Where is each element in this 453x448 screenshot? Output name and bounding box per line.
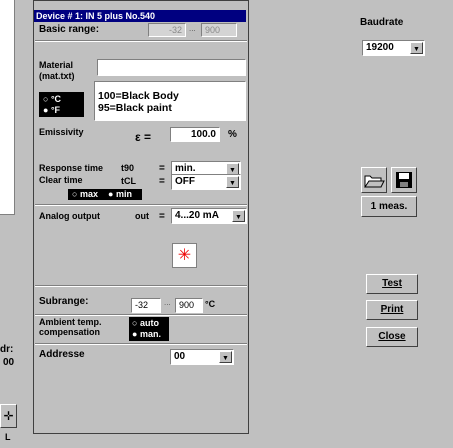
close-button-label: Close <box>378 331 406 342</box>
test-button-label: Test <box>382 278 402 289</box>
fahrenheit-option[interactable]: ● °F <box>43 105 60 115</box>
material-input[interactable] <box>97 59 246 76</box>
clear-time-eq: = <box>159 176 165 187</box>
analog-output-eq: = <box>159 211 165 222</box>
radio-empty-icon: ○ <box>132 318 138 328</box>
laser-target-icon: ✳ <box>177 247 192 264</box>
response-time-label: Response time <box>39 163 104 173</box>
test-button[interactable]: Test <box>366 274 418 294</box>
save-button[interactable] <box>391 167 417 193</box>
small-label: L <box>5 432 11 442</box>
floppy-disk-icon <box>396 172 412 188</box>
divider <box>35 314 247 316</box>
chevron-down-icon[interactable]: ▼ <box>219 351 232 363</box>
radio-empty-icon: ○ <box>43 94 49 104</box>
laser-target-box[interactable]: ✳ <box>172 243 197 268</box>
radio-empty-icon: ○ <box>72 189 78 199</box>
folder-open-icon <box>364 175 385 188</box>
subrange-to[interactable]: 900 <box>175 298 203 313</box>
analog-output-select[interactable]: 4...20 mA ▼ <box>171 208 247 224</box>
divider <box>35 285 247 287</box>
crosshair-button[interactable]: ✛ <box>0 404 17 428</box>
chevron-down-icon[interactable]: ▼ <box>410 42 423 54</box>
list-item[interactable]: 100=Black Body <box>98 90 242 102</box>
radio-filled-icon: ● <box>43 105 49 115</box>
print-button[interactable]: Print <box>366 300 418 320</box>
subrange-label: Subrange: <box>39 296 89 307</box>
celsius-option[interactable]: ○ °C <box>43 94 61 104</box>
radio-filled-icon: ● <box>108 189 114 199</box>
basic-range-from: -32 <box>148 23 186 37</box>
addr-label: dr: <box>0 344 14 355</box>
addr-value: 00 <box>3 357 15 368</box>
divider <box>35 40 247 42</box>
crosshair-icon: ✛ <box>3 409 14 423</box>
divider <box>35 204 247 206</box>
material-list[interactable]: 100=Black Body 95=Black paint <box>94 81 246 121</box>
analog-output-label: Analog output <box>39 211 100 221</box>
min-option[interactable]: ● min <box>108 189 132 200</box>
close-button[interactable]: Close <box>366 327 418 347</box>
basic-range-to: 900 <box>201 23 237 37</box>
emissivity-symbol: ε = <box>135 130 152 144</box>
man-option[interactable]: ● man. <box>132 329 161 339</box>
material-sublabel: (mat.txt) <box>39 71 75 81</box>
list-item[interactable]: 95=Black paint <box>98 102 242 114</box>
subrange-unit: °C <box>205 299 216 309</box>
chevron-down-icon[interactable]: ▼ <box>226 176 239 188</box>
subrange-from[interactable]: -32 <box>131 298 161 313</box>
basic-range-label: Basic range: <box>39 24 100 35</box>
ambient-sublabel: compensation <box>39 327 101 337</box>
one-measurement-button[interactable]: 1 meas. <box>361 196 417 217</box>
clear-time-select[interactable]: OFF ▼ <box>171 174 241 190</box>
ambient-compensation-selector[interactable]: ○ auto ● man. <box>129 317 169 341</box>
temp-unit-selector[interactable]: ○ °C ● °F <box>39 92 84 117</box>
basic-range-sep: ... <box>189 24 196 33</box>
baudrate-label: Baudrate <box>360 17 404 28</box>
clear-time-label: Clear time <box>39 175 83 185</box>
analog-output-code: out <box>135 211 149 221</box>
max-min-selector[interactable]: ○ max ● min <box>68 189 142 200</box>
print-button-label: Print <box>380 304 404 315</box>
emissivity-unit: % <box>228 129 237 140</box>
radio-filled-icon: ● <box>132 329 138 339</box>
divider <box>35 343 247 345</box>
max-option[interactable]: ○ max <box>72 189 98 200</box>
chevron-down-icon[interactable]: ▼ <box>232 210 245 222</box>
response-time-code: t90 <box>121 163 135 173</box>
address-select[interactable]: 00 ▼ <box>170 349 234 365</box>
dialog-title: Device # 1: IN 5 plus No.540 <box>34 10 246 22</box>
baudrate-select[interactable]: 19200 ▼ <box>362 40 425 56</box>
emissivity-label: Emissivity <box>39 127 84 137</box>
ambient-label: Ambient temp. <box>39 317 102 327</box>
background-window <box>0 0 15 215</box>
subrange-sep: ... <box>164 298 171 307</box>
open-file-button[interactable] <box>361 167 387 193</box>
material-label: Material <box>39 60 74 70</box>
clear-time-code: tCL <box>121 176 136 186</box>
emissivity-input[interactable]: 100.0 <box>170 127 220 142</box>
auto-option[interactable]: ○ auto <box>132 318 159 328</box>
response-time-eq: = <box>159 163 165 174</box>
address-label: Addresse <box>39 349 85 360</box>
